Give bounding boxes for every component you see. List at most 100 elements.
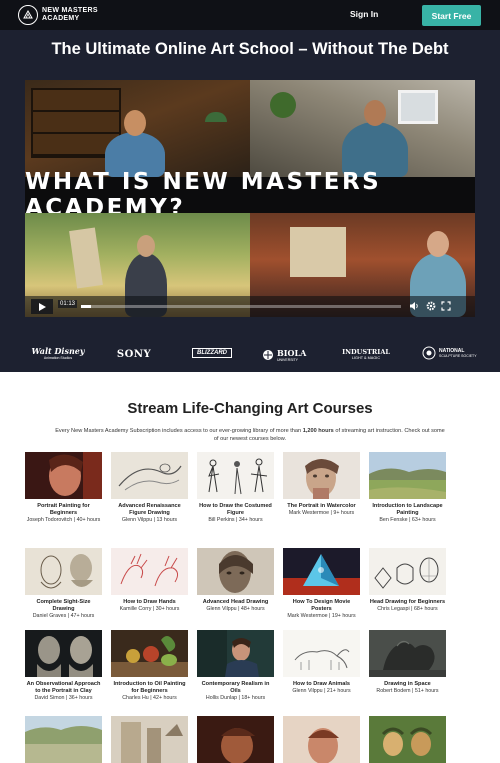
course-thumbnail <box>197 548 274 595</box>
course-title: Head Drawing for Beginners <box>369 599 446 605</box>
course-thumbnail <box>197 716 274 763</box>
logo-biola: BIOLA UNIVERSITY <box>262 348 322 362</box>
course-card[interactable]: How to Draw the Costumed Figure Bill Per… <box>197 452 274 524</box>
course-thumbnail <box>25 452 102 499</box>
course-meta: Glenn Vilppu | 21+ hours <box>292 688 351 694</box>
course-card[interactable]: The Portrait in Watercolor Mark Westermo… <box>283 452 360 517</box>
canvas-graphic <box>290 227 346 277</box>
course-card[interactable]: Complete Sight-Size Drawing Daniel Grave… <box>25 548 102 620</box>
logo-emblem-icon <box>18 5 38 25</box>
course-card[interactable]: Portrait Painting for Beginners Joseph T… <box>25 452 102 524</box>
plant-graphic <box>270 92 296 118</box>
course-card[interactable]: Advanced Head Drawing Glenn Vilppu | 48+… <box>197 548 274 613</box>
course-meta: Bill Perkins | 34+ hours <box>208 517 263 523</box>
course-card[interactable] <box>25 716 102 763</box>
course-card[interactable]: Introduction to Oil Painting for Beginne… <box>111 630 188 702</box>
course-card[interactable]: How To Design Movie Posters Mark Westerm… <box>283 548 360 620</box>
courses-section-title: Stream Life-Changing Art Courses <box>127 400 373 417</box>
video-title-banner: WHAT IS NEW MASTERS ACADEMY? <box>25 169 475 221</box>
course-card[interactable]: Drawing in Space Robert Bodem | 51+ hour… <box>369 630 446 695</box>
top-nav: NEW MASTERS ACADEMY Sign In Start Free <box>0 0 500 30</box>
course-thumbnail <box>283 548 360 595</box>
logo-national-sculpture-society: NATIONAL SCULPTURE SOCIETY <box>422 346 484 360</box>
video-progress-fill <box>81 305 91 308</box>
hero-title: The Ultimate Online Art School – Without… <box>51 40 449 58</box>
video-still-living-room <box>250 80 475 177</box>
course-title: Introduction to Oil Painting for Beginne… <box>113 681 186 694</box>
course-thumbnail <box>111 630 188 677</box>
course-meta: Glenn Vilppu | 48+ hours <box>206 606 265 612</box>
course-thumbnail <box>111 716 188 763</box>
course-thumbnail <box>283 452 360 499</box>
course-thumbnail <box>25 548 102 595</box>
course-title: How to Draw Hands <box>123 599 176 605</box>
play-button[interactable] <box>31 299 53 314</box>
course-thumbnail <box>369 630 446 677</box>
logo-sony: SONY <box>116 349 152 360</box>
lamp-graphic <box>205 112 227 122</box>
course-meta: Joseph Todorovitch | 40+ hours <box>26 517 101 523</box>
course-meta: Hollis Dunlap | 18+ hours <box>205 695 266 701</box>
course-card[interactable]: Introduction to Landscape Painting Ben F… <box>369 452 446 524</box>
sculpture-society-emblem-icon <box>422 346 436 360</box>
course-card[interactable]: How to Draw Animals Glenn Vilppu | 21+ h… <box>283 630 360 695</box>
course-meta: Glenn Vilppu | 13 hours <box>121 517 178 523</box>
site-logo[interactable]: NEW MASTERS ACADEMY <box>18 5 102 25</box>
video-still-library <box>25 80 250 177</box>
course-title: An Observational Approach to the Portrai… <box>26 681 101 694</box>
course-card[interactable]: Contemporary Realism in Oils Hollis Dunl… <box>197 630 274 702</box>
courses-intro-text: Every New Masters Academy Subscription i… <box>55 428 445 442</box>
course-card[interactable] <box>111 716 188 763</box>
course-title: Portrait Painting for Beginners <box>37 503 90 516</box>
course-card[interactable]: Advanced Renaissance Figure Drawing Glen… <box>111 452 188 524</box>
course-meta: Chris Legaspi | 68+ hours <box>377 606 438 612</box>
course-title: Complete Sight-Size Drawing <box>36 599 91 612</box>
course-card[interactable] <box>369 716 446 763</box>
course-card[interactable] <box>283 716 360 763</box>
course-thumbnail <box>283 716 360 763</box>
course-card[interactable] <box>197 716 274 763</box>
logo-blizzard: BLIZZARD <box>192 348 232 358</box>
course-title: How To Design Movie Posters <box>292 599 351 612</box>
course-meta: Robert Bodem | 51+ hours <box>376 688 439 694</box>
course-thumbnail <box>197 452 274 499</box>
course-title: How to Draw Animals <box>293 681 350 687</box>
course-thumbnail <box>369 452 446 499</box>
course-title: Advanced Head Drawing <box>202 599 269 605</box>
course-meta: David Simon | 36+ hours <box>34 695 93 701</box>
course-thumbnail <box>283 630 360 677</box>
easel-graphic <box>69 227 103 289</box>
video-time: 01:13 <box>58 300 78 308</box>
course-title: How to Draw the Costumed Figure <box>199 503 272 516</box>
course-thumbnail <box>25 716 102 763</box>
course-thumbnail <box>197 630 274 677</box>
play-icon <box>39 302 46 311</box>
video-player[interactable]: WHAT IS NEW MASTERS ACADEMY? 01:13 <box>25 80 475 317</box>
course-title: Introduction to Landscape Painting <box>372 503 443 516</box>
course-title: The Portrait in Watercolor <box>287 503 356 509</box>
course-thumbnail <box>111 548 188 595</box>
fullscreen-icon[interactable] <box>441 301 451 311</box>
start-free-button[interactable]: Start Free <box>422 5 481 26</box>
sign-in-link[interactable]: Sign In <box>350 9 378 19</box>
course-meta: Kamille Corry | 30+ hours <box>119 606 180 612</box>
course-title: Advanced Renaissance Figure Drawing <box>118 503 181 516</box>
course-card[interactable]: Head Drawing for Beginners Chris Legaspi… <box>369 548 446 613</box>
course-thumbnail <box>369 548 446 595</box>
course-thumbnail <box>369 716 446 763</box>
volume-icon[interactable] <box>409 301 419 311</box>
course-title: Contemporary Realism in Oils <box>201 681 270 694</box>
logo-walt-disney: Walt Disney Animation Studios <box>31 346 85 360</box>
course-thumbnail <box>25 630 102 677</box>
course-card[interactable]: An Observational Approach to the Portrai… <box>25 630 102 702</box>
course-card[interactable]: How to Draw Hands Kamille Corry | 30+ ho… <box>111 548 188 613</box>
course-meta: Charles Hu | 42+ hours <box>122 695 177 701</box>
library-hours: 1,200 hours <box>302 428 334 434</box>
settings-icon[interactable] <box>426 301 436 311</box>
window-graphic <box>398 90 438 124</box>
video-controls: 01:13 <box>25 296 475 317</box>
logo-industrial-light-magic: INDUSTRIAL LIGHT & MAGIC <box>342 348 390 360</box>
course-thumbnail <box>111 452 188 499</box>
logo-text: NEW MASTERS ACADEMY <box>42 7 98 22</box>
video-progress-bar[interactable] <box>81 305 401 308</box>
